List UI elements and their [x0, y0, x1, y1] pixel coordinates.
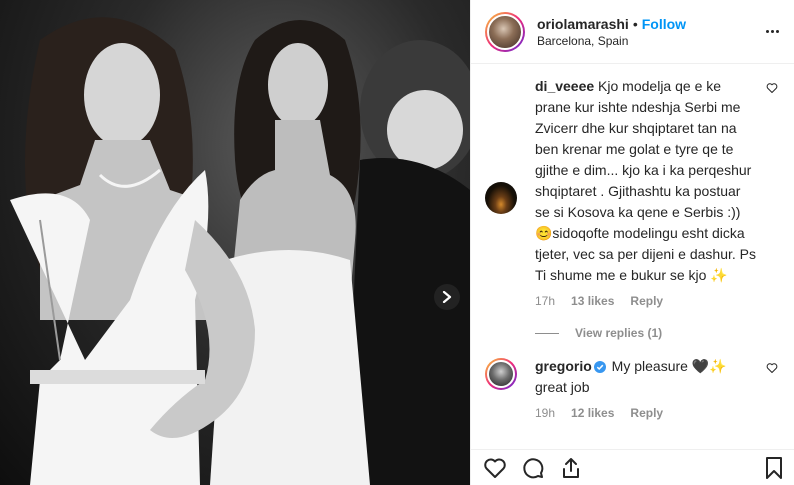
commenter-username[interactable]: di_veeee [535, 78, 594, 94]
commenter-avatar[interactable] [485, 358, 517, 390]
like-button[interactable] [483, 456, 507, 480]
commenter-avatar[interactable] [485, 182, 517, 214]
heart-icon[interactable] [766, 362, 778, 374]
follow-button[interactable]: Follow [642, 16, 686, 32]
post-location[interactable]: Barcelona, Spain [537, 34, 762, 48]
action-bar [471, 449, 794, 485]
comment-likes[interactable]: 13 likes [571, 294, 614, 308]
comment-item: di_veeee Kjo modelja qe e ke prane kur i… [485, 76, 778, 308]
carousel-next-button[interactable] [434, 284, 460, 310]
comment-text: di_veeee Kjo modelja qe e ke prane kur i… [535, 76, 758, 286]
comment-meta: 19h 12 likes Reply [535, 406, 758, 420]
comment-text: gregorio My pleasure 🖤✨ great job [535, 356, 758, 398]
photo-illustration [10, 17, 470, 485]
reply-button[interactable]: Reply [630, 294, 663, 308]
comment-time[interactable]: 19h [535, 406, 555, 420]
save-button[interactable] [762, 456, 786, 480]
author-info: oriolamarashi • Follow Barcelona, Spain [537, 16, 762, 48]
post-header: oriolamarashi • Follow Barcelona, Spain [471, 0, 794, 64]
reply-button[interactable]: Reply [630, 406, 663, 420]
heart-icon [484, 458, 506, 478]
comment-meta: 17h 13 likes Reply [535, 294, 758, 308]
author-avatar[interactable] [485, 11, 525, 52]
share-button[interactable] [559, 456, 583, 480]
post-modal: oriolamarashi • Follow Barcelona, Spain … [0, 0, 794, 485]
post-sidebar: oriolamarashi • Follow Barcelona, Spain … [470, 0, 794, 485]
bookmark-icon [766, 456, 782, 479]
share-icon [563, 457, 579, 478]
post-photo[interactable] [0, 0, 470, 485]
comment-body: gregorio My pleasure 🖤✨ great job 19h 12… [535, 356, 778, 420]
chevron-right-icon [442, 291, 452, 303]
replies-divider [535, 332, 559, 334]
comments-list: di_veeee Kjo modelja qe e ke prane kur i… [471, 64, 794, 449]
comment-icon [523, 457, 544, 478]
heart-icon[interactable] [766, 82, 778, 94]
comment-time[interactable]: 17h [535, 294, 555, 308]
comment-body: di_veeee Kjo modelja qe e ke prane kur i… [535, 76, 778, 308]
author-username[interactable]: oriolamarashi [537, 16, 629, 32]
comment-button[interactable] [521, 456, 545, 480]
separator-dot: • [632, 15, 638, 32]
comment-message: Kjo modelja qe e ke prane kur ishte ndes… [535, 78, 760, 283]
view-replies-button[interactable]: View replies (1) [535, 326, 778, 340]
verified-icon [593, 361, 606, 373]
comment-likes[interactable]: 12 likes [571, 406, 614, 420]
comment-item: gregorio My pleasure 🖤✨ great job 19h 12… [485, 356, 778, 420]
view-replies-label[interactable]: View replies (1) [575, 326, 662, 340]
more-icon[interactable] [762, 22, 782, 42]
commenter-username[interactable]: gregorio [535, 358, 592, 374]
